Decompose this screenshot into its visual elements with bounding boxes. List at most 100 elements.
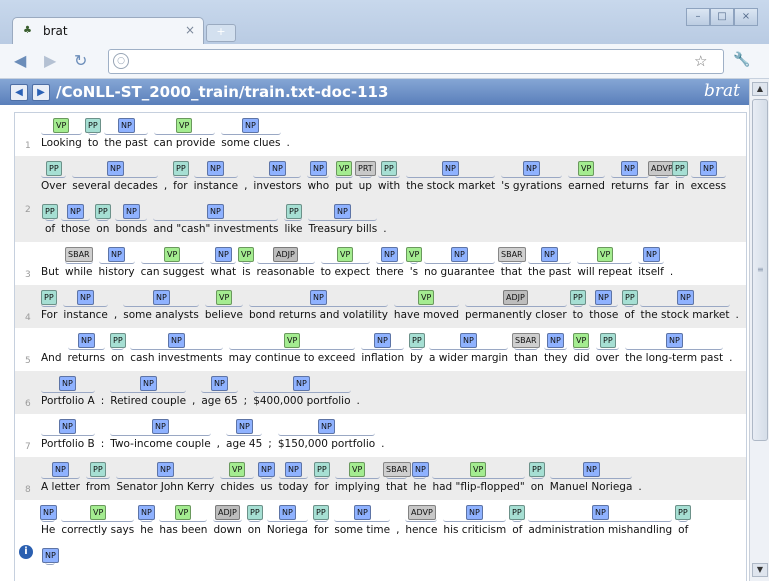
token[interactable]: over xyxy=(596,352,619,364)
token[interactable]: correctly says xyxy=(61,524,134,536)
forward-arrow-icon[interactable]: ▶ xyxy=(44,52,56,70)
token[interactable]: bonds xyxy=(115,223,147,235)
token[interactable]: may continue to exceed xyxy=(229,352,356,364)
token[interactable]: believe xyxy=(205,309,243,321)
wrench-menu-icon[interactable]: 🔧 xyxy=(733,52,750,68)
token[interactable]: . xyxy=(736,309,739,321)
token[interactable]: had "flip-flopped" xyxy=(432,481,524,493)
token[interactable]: on xyxy=(248,524,261,536)
token[interactable]: on xyxy=(111,352,124,364)
token[interactable]: did xyxy=(573,352,589,364)
token[interactable]: like xyxy=(284,223,302,235)
new-tab-icon[interactable]: + xyxy=(206,24,236,42)
token[interactable]: a wider margin xyxy=(429,352,508,364)
token[interactable]: instance xyxy=(63,309,107,321)
scrollbar-thumb[interactable]: ≡ xyxy=(752,99,768,441)
token[interactable]: returns xyxy=(611,180,649,192)
token[interactable]: he xyxy=(140,524,153,536)
token[interactable]: than xyxy=(514,352,538,364)
token[interactable]: reasonable xyxy=(257,266,315,278)
token[interactable]: from xyxy=(86,481,110,493)
token[interactable]: : xyxy=(101,395,105,407)
token[interactable]: what xyxy=(210,266,236,278)
minimize-button[interactable]: – xyxy=(686,8,710,26)
token[interactable]: Retired couple xyxy=(110,395,186,407)
token[interactable]: has been xyxy=(159,524,207,536)
token[interactable]: excess xyxy=(691,180,726,192)
token[interactable]: can provide xyxy=(154,137,216,149)
token[interactable]: Two-income couple xyxy=(110,438,210,450)
token[interactable]: and "cash" investments xyxy=(153,223,278,235)
token[interactable]: to xyxy=(88,137,99,149)
tab-close-icon[interactable]: × xyxy=(185,23,195,37)
token[interactable]: in xyxy=(675,180,685,192)
token[interactable]: investors xyxy=(253,180,301,192)
token[interactable]: have moved xyxy=(394,309,459,321)
browser-tab[interactable]: ♣ brat × xyxy=(12,17,204,45)
token[interactable]: inflation xyxy=(361,352,404,364)
token[interactable]: , xyxy=(244,180,247,192)
token[interactable]: his criticism xyxy=(443,524,506,536)
token[interactable]: $150,000 portfolio xyxy=(278,438,375,450)
token[interactable]: up xyxy=(359,180,372,192)
token[interactable]: Treasury bills xyxy=(308,223,377,235)
token[interactable]: the past xyxy=(104,137,147,149)
token[interactable]: administration mishandling xyxy=(528,524,672,536)
token[interactable]: can suggest xyxy=(141,266,205,278)
token[interactable]: to expect xyxy=(321,266,370,278)
token[interactable]: . xyxy=(357,395,360,407)
bookmark-star-icon[interactable]: ☆ xyxy=(694,52,707,70)
token[interactable]: far xyxy=(655,180,669,192)
previous-document-button[interactable]: ◀ xyxy=(10,84,28,101)
token[interactable]: instance xyxy=(194,180,238,192)
token[interactable]: For xyxy=(41,309,57,321)
token[interactable]: the past xyxy=(528,266,571,278)
token[interactable]: some analysts xyxy=(123,309,199,321)
token[interactable]: no guarantee xyxy=(424,266,495,278)
token[interactable]: permanently closer xyxy=(465,309,567,321)
token[interactable]: the long-term past xyxy=(625,352,723,364)
token[interactable]: . xyxy=(638,481,641,493)
token[interactable]: with xyxy=(378,180,400,192)
token[interactable]: bond returns and volatility xyxy=(249,309,388,321)
token[interactable]: while xyxy=(65,266,93,278)
token[interactable]: 's gyrations xyxy=(501,180,562,192)
token[interactable]: implying xyxy=(335,481,380,493)
token[interactable]: Over xyxy=(41,180,66,192)
info-icon[interactable]: i xyxy=(19,545,33,559)
token[interactable]: He xyxy=(41,524,55,536)
token[interactable]: chides xyxy=(220,481,254,493)
token[interactable]: Portfolio B xyxy=(41,438,95,450)
token[interactable]: for xyxy=(314,524,328,536)
address-bar[interactable]: ○ xyxy=(108,49,724,74)
token[interactable]: of xyxy=(678,524,688,536)
token[interactable]: who xyxy=(307,180,329,192)
token[interactable]: several decades xyxy=(72,180,158,192)
token[interactable]: itself xyxy=(638,266,664,278)
token[interactable]: that xyxy=(501,266,522,278)
token[interactable]: for xyxy=(173,180,187,192)
token[interactable]: for xyxy=(314,481,328,493)
token[interactable]: , xyxy=(164,180,167,192)
scroll-down-arrow-icon[interactable]: ▼ xyxy=(752,563,768,577)
token[interactable]: Noriega xyxy=(267,524,308,536)
back-arrow-icon[interactable]: ◀ xyxy=(14,52,26,70)
reload-icon[interactable]: ↻ xyxy=(74,52,87,70)
token[interactable]: that xyxy=(386,481,407,493)
token[interactable]: , xyxy=(192,395,195,407)
token[interactable]: some time xyxy=(334,524,390,536)
token[interactable]: cash investments xyxy=(130,352,222,364)
token[interactable]: Manuel Noriega xyxy=(550,481,633,493)
token[interactable]: they xyxy=(544,352,567,364)
token[interactable]: is xyxy=(242,266,250,278)
token[interactable]: of xyxy=(624,309,634,321)
token[interactable]: history xyxy=(99,266,135,278)
token[interactable]: Senator John Kerry xyxy=(116,481,214,493)
token[interactable]: the stock market xyxy=(640,309,729,321)
token[interactable]: And xyxy=(41,352,62,364)
scroll-up-arrow-icon[interactable]: ▲ xyxy=(752,82,768,96)
token[interactable]: : xyxy=(101,438,105,450)
token[interactable]: . xyxy=(670,266,673,278)
token[interactable]: hence xyxy=(405,524,437,536)
token[interactable]: returns xyxy=(68,352,106,364)
